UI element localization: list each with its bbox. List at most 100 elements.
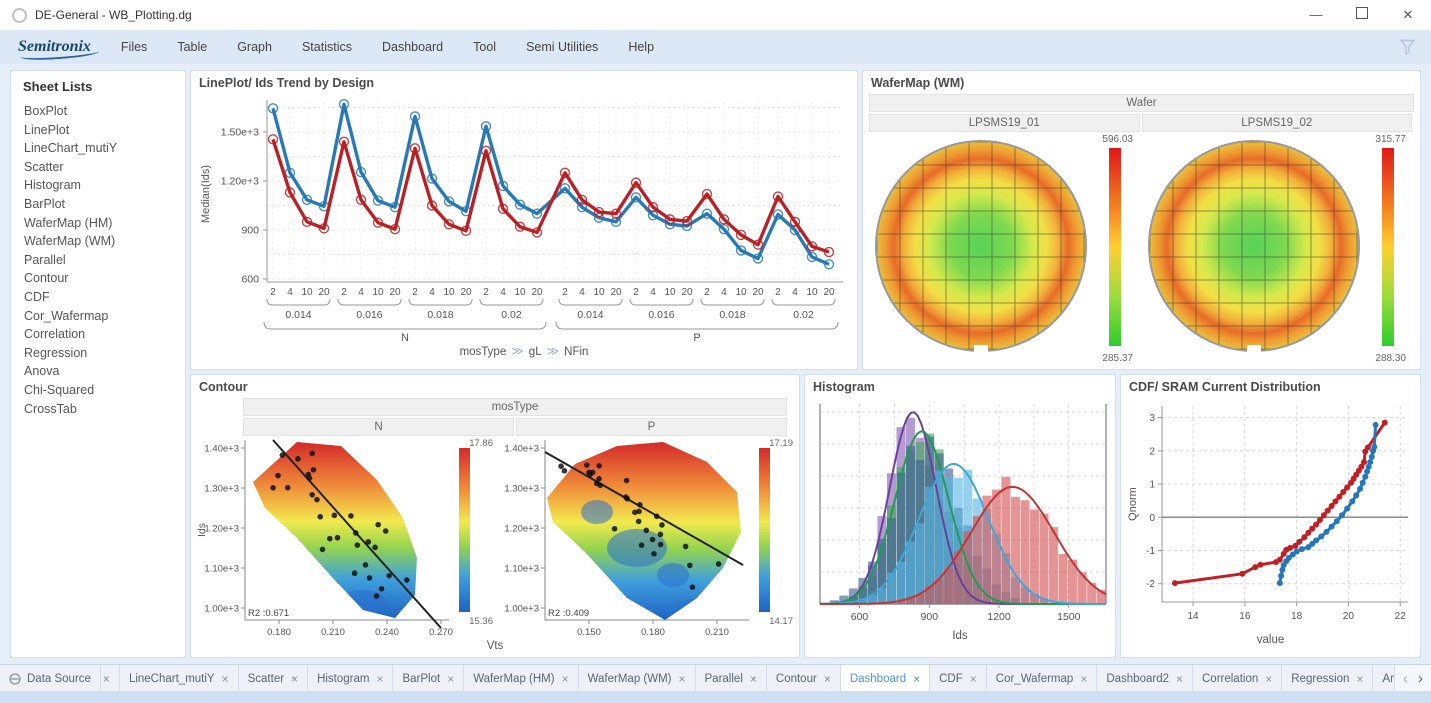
tab-scatter[interactable]: Scatter × [239,665,308,692]
menu-semi-utilities[interactable]: Semi Utilities [526,40,598,54]
filter-icon[interactable] [1399,39,1417,55]
wafer-row: LPSMS19_01596.03285.37LPSMS19_02315.7728… [869,114,1414,366]
tab-close-icon[interactable]: × [750,672,757,686]
menu-tool[interactable]: Tool [473,40,496,54]
window-bottom-strip [0,691,1431,703]
svg-text:10: 10 [443,287,455,298]
cdf-title: CDF/ SRAM Current Distribution [1121,375,1420,398]
tab-data-source[interactable]: Data Source [0,665,101,692]
wafer-name-header: LPSMS19_01 [869,114,1140,132]
lineplot-chart: 6009001.20e+31.50e+3Median(Ids)2410200.0… [195,94,855,346]
sidebar-item-parallel[interactable]: Parallel [11,251,185,270]
tab-close-icon[interactable]: × [1356,672,1363,686]
tab-barplot[interactable]: BarPlot × [393,665,464,692]
tab-label: LineChart_mutiY [129,673,215,685]
sidebar-item-boxplot[interactable]: BoxPlot [11,102,185,121]
tab-ot[interactable]: ot× [101,665,120,692]
lineplot-title: LinePlot/ Ids Trend by Design [191,71,857,94]
svg-text:10: 10 [735,287,747,298]
tab-close-icon[interactable]: × [679,672,686,686]
svg-text:2: 2 [562,287,568,298]
tab-wafermap-wm-[interactable]: WaferMap (WM)× [579,665,696,692]
tab-close-icon[interactable]: × [103,672,110,686]
menu-dashboard[interactable]: Dashboard [382,40,443,54]
contour-x-label: Vts [191,640,799,652]
tab-linechart-mutiy[interactable]: LineChart_mutiY × [120,665,239,692]
svg-text:2: 2 [775,287,781,298]
minimize-button[interactable]: — [1293,0,1339,30]
tab-close-icon[interactable]: × [1176,672,1183,686]
svg-text:10: 10 [514,287,526,298]
menu-table[interactable]: Table [177,40,207,54]
tab-close-icon[interactable]: × [1080,672,1087,686]
menu-graph[interactable]: Graph [237,40,272,54]
menu-statistics[interactable]: Statistics [302,40,352,54]
tab-anova[interactable]: Anova× [1373,665,1394,692]
tab-close-icon[interactable]: × [447,672,454,686]
contour-header-n: N [243,418,514,436]
svg-text:20: 20 [460,287,472,298]
tab-cdf[interactable]: CDF× [930,665,987,692]
sidebar-item-anova[interactable]: Anova [11,362,185,381]
sidebar-item-cor-wafermap[interactable]: Cor_Wafermap [11,307,185,326]
svg-text:20: 20 [389,287,401,298]
svg-text:10: 10 [372,287,384,298]
sidebar-item-chi-squared[interactable]: Chi-Squared [11,381,185,400]
svg-text:0.016: 0.016 [648,309,674,321]
sidebar-item-contour[interactable]: Contour [11,269,185,288]
tab-cor-wafermap[interactable]: Cor_Wafermap × [987,665,1098,692]
tab-parallel[interactable]: Parallel× [696,665,767,692]
tab-close-icon[interactable]: × [376,672,383,686]
svg-text:0.270: 0.270 [429,627,453,638]
close-button[interactable]: ✕ [1385,0,1431,30]
tab-dashboard2[interactable]: Dashboard2× [1097,665,1193,692]
menu-files[interactable]: Files [121,40,147,54]
tab-dashboard[interactable]: Dashboard × [841,665,930,692]
sidebar-item-crosstab[interactable]: CrossTab [11,400,185,419]
tab-close-icon[interactable]: × [562,672,569,686]
maximize-button[interactable] [1339,0,1385,30]
svg-text:0.018: 0.018 [427,309,453,321]
svg-text:1.50e+3: 1.50e+3 [221,127,259,139]
tab-close-icon[interactable]: × [913,672,920,686]
sidebar-item-cdf[interactable]: CDF [11,288,185,307]
tab-contour[interactable]: Contour× [767,665,841,692]
sidebar-item-lineplot[interactable]: LinePlot [11,121,185,140]
tab-label: BarPlot [402,673,440,685]
sidebar-item-correlation[interactable]: Correlation [11,325,185,344]
tab-histogram[interactable]: Histogram× [308,665,393,692]
tab-wafermap-hm-[interactable]: WaferMap (HM)× [464,665,578,692]
sidebar-item-barplot[interactable]: BarPlot [11,195,185,214]
svg-text:2: 2 [633,287,639,298]
tab-close-icon[interactable]: × [824,672,831,686]
sidebar-item-scatter[interactable]: Scatter [11,158,185,177]
svg-text:0.150: 0.150 [577,627,601,638]
tab-label: Cor_Wafermap [996,673,1074,685]
wafer-map-2: 315.77288.30 [1142,132,1408,366]
sidebar-item-wafermap-wm-[interactable]: WaferMap (WM) [11,232,185,251]
sidebar-item-wafermap-hm-[interactable]: WaferMap (HM) [11,214,185,233]
tab-close-icon[interactable]: × [970,672,977,686]
svg-text:900: 900 [241,225,259,237]
menu-help[interactable]: Help [628,40,654,54]
svg-text:1500: 1500 [1057,611,1081,623]
svg-text:4: 4 [358,287,364,298]
tab-close-icon[interactable]: × [1265,672,1272,686]
svg-text:2: 2 [483,287,489,298]
tab-scroll-next[interactable]: › [1418,670,1423,687]
sidebar-item-histogram[interactable]: Histogram [11,176,185,195]
tab-close-icon[interactable]: × [291,672,298,686]
tab-scroll-prev[interactable]: ‹ [1403,670,1408,687]
tab-label: Scatter [248,673,284,685]
sidebar-item-linechart-mutiy[interactable]: LineChart_mutiY [11,139,185,158]
tab-correlation[interactable]: Correlation× [1193,665,1282,692]
tab-regression[interactable]: Regression× [1282,665,1373,692]
svg-text:0.014: 0.014 [285,309,311,321]
svg-text:4: 4 [721,287,727,298]
svg-text:2: 2 [704,287,710,298]
tab-close-icon[interactable]: × [222,672,229,686]
svg-text:14.17: 14.17 [769,616,793,627]
sidebar-item-regression[interactable]: Regression [11,344,185,363]
svg-text:1.30e+3: 1.30e+3 [504,484,539,495]
tab-label: Dashboard [850,673,906,685]
